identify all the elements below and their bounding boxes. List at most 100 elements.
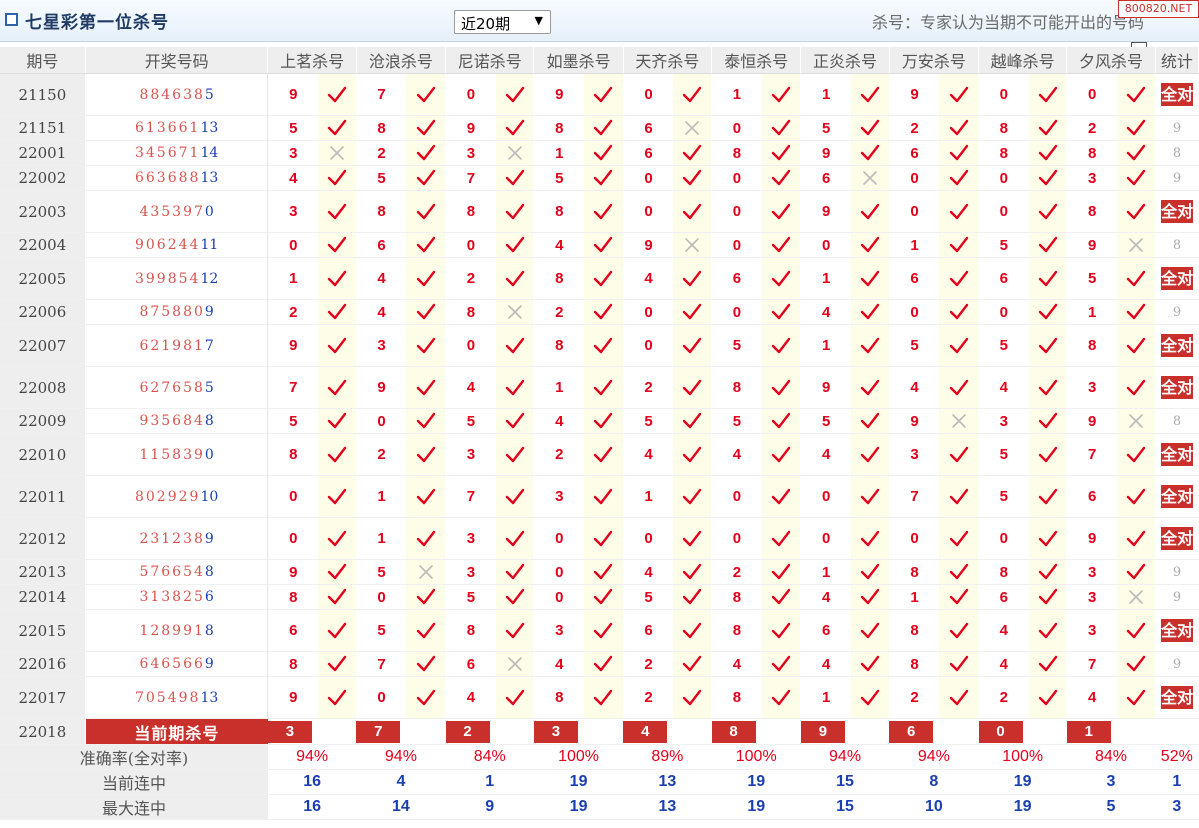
cross-icon xyxy=(418,565,433,579)
check-icon xyxy=(761,676,802,719)
draw-numbers: 884638 xyxy=(139,86,205,103)
kill-number: 5 xyxy=(889,324,940,367)
check-icon xyxy=(851,299,890,325)
draw-cell: 8846385 xyxy=(85,73,269,116)
stat-cell xyxy=(1155,718,1199,745)
kill-number: 0 xyxy=(711,190,762,233)
check-icon xyxy=(327,86,347,102)
check-icon xyxy=(318,676,357,719)
check-icon xyxy=(327,412,347,429)
summary-value: 89% xyxy=(623,744,712,770)
summary-value: 1 xyxy=(445,769,534,795)
check-icon xyxy=(584,140,624,166)
table-row: 22002 66368813 4 5 7 5 0 0 6 0 0 3 9 xyxy=(0,165,1199,191)
check-icon xyxy=(673,73,713,116)
stat-cell: 全对 xyxy=(1155,73,1199,116)
current-kill-cell: 2 xyxy=(445,718,534,745)
issue-cell: 22004 xyxy=(0,232,86,258)
kill-number: 4 xyxy=(533,651,585,677)
kill-number: 9 xyxy=(623,232,674,258)
kill-number: 8 xyxy=(711,366,762,409)
check-icon xyxy=(1038,119,1057,136)
check-icon xyxy=(327,203,347,219)
kill-number: 1 xyxy=(533,140,585,166)
check-icon xyxy=(318,559,357,585)
kill-number: 3 xyxy=(445,559,496,585)
check-icon xyxy=(1038,379,1057,395)
table-row: 22007 6219817 9 3 0 8 0 5 1 5 5 8 全对 xyxy=(0,324,1199,367)
summary-value: 16 xyxy=(267,794,357,820)
stat-cell: 全对 xyxy=(1155,475,1199,518)
col-header-expert: 越峰杀号 xyxy=(978,47,1068,74)
draw-numbers: 705498 xyxy=(134,689,201,706)
kill-number: 6 xyxy=(623,140,674,166)
all-correct-badge: 全对 xyxy=(1161,527,1194,550)
summary-value: 5 xyxy=(1066,794,1156,820)
check-icon xyxy=(949,488,968,504)
kill-number: 0 xyxy=(978,190,1029,233)
cross-icon xyxy=(507,305,522,319)
check-icon xyxy=(318,232,357,258)
cross-icon xyxy=(863,171,877,185)
check-icon xyxy=(771,530,791,546)
check-icon xyxy=(851,73,890,116)
check-icon xyxy=(860,588,880,605)
period-select[interactable]: 近20期 ▼ xyxy=(454,10,551,34)
stat-cell: 8 xyxy=(1155,232,1199,258)
check-icon xyxy=(683,203,702,219)
check-icon xyxy=(584,115,624,141)
current-kill-number: 3 xyxy=(533,720,578,743)
kill-number: 4 xyxy=(978,609,1029,652)
check-icon xyxy=(1126,337,1146,353)
check-icon xyxy=(1038,563,1057,580)
stat-cell: 9 xyxy=(1155,584,1199,610)
check-icon xyxy=(416,488,435,504)
check-icon xyxy=(1038,203,1057,219)
col-header-draw: 开奖号码 xyxy=(85,47,269,74)
check-icon xyxy=(505,236,524,253)
check-icon xyxy=(771,303,791,320)
kill-number: 5 xyxy=(445,408,496,434)
check-icon xyxy=(683,622,702,638)
current-kill-number: 8 xyxy=(711,720,756,743)
check-icon xyxy=(584,517,624,560)
kill-number: 8 xyxy=(711,584,762,610)
check-icon xyxy=(495,475,535,518)
kill-number: 7 xyxy=(1066,651,1117,677)
check-icon xyxy=(761,232,802,258)
kill-number: 7 xyxy=(445,165,496,191)
kill-number: 6 xyxy=(711,257,762,300)
table-row: 22006 8758809 2 4 8 2 0 0 4 0 0 1 9 xyxy=(0,299,1199,325)
stat-cell: 全对 xyxy=(1155,366,1199,409)
check-icon xyxy=(327,169,347,186)
kill-number: 3 xyxy=(1066,366,1117,409)
check-icon xyxy=(505,488,524,504)
kill-number: 9 xyxy=(267,559,319,585)
check-icon xyxy=(1028,73,1068,116)
current-kill-cell: 0 xyxy=(978,718,1067,745)
stat-count: 8 xyxy=(1172,237,1182,253)
check-icon xyxy=(584,190,624,233)
kill-number: 0 xyxy=(711,299,762,325)
kill-number: 8 xyxy=(533,324,585,367)
summary-label: 最大连中 xyxy=(0,794,268,820)
check-icon xyxy=(1126,446,1146,462)
issue-cell: 22012 xyxy=(0,517,86,560)
check-icon xyxy=(761,366,802,409)
kill-number: 0 xyxy=(889,517,940,560)
cross-icon xyxy=(851,165,890,191)
draw-cell: 4353970 xyxy=(85,190,269,233)
draw-cell: 70549813 xyxy=(85,676,269,719)
check-icon xyxy=(1126,270,1146,286)
check-icon xyxy=(683,144,702,161)
cross-icon xyxy=(507,146,522,160)
cross-icon xyxy=(1129,590,1143,604)
kill-number: 0 xyxy=(356,584,407,610)
current-kill-number: 3 xyxy=(267,720,312,743)
draw-numbers: 906244 xyxy=(134,237,201,253)
kill-number: 3 xyxy=(267,190,319,233)
draw-numbers: 313825 xyxy=(139,589,205,605)
check-icon xyxy=(1028,408,1068,434)
check-icon xyxy=(851,232,890,258)
kill-number: 0 xyxy=(623,299,674,325)
